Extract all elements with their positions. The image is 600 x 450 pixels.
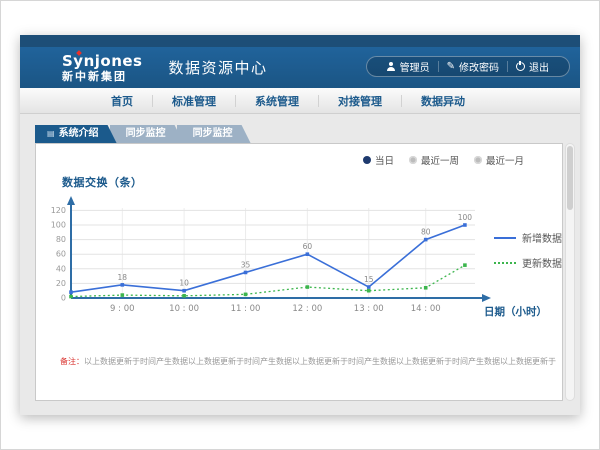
svg-text:10 : 00: 10 : 00 xyxy=(169,304,199,314)
nav-item-0[interactable]: 首页 xyxy=(92,93,152,109)
tab-label: 同步监控 xyxy=(193,125,233,143)
radio-0[interactable]: 当日 xyxy=(363,153,394,167)
legend-label: 更新数据 xyxy=(522,255,562,270)
svg-text:14 : 00: 14 : 00 xyxy=(411,304,441,314)
edit-icon: ✎ xyxy=(447,62,455,72)
radio-label: 最近一月 xyxy=(486,153,524,167)
user-pill: 管理员 ✎ 修改密码 退出 xyxy=(366,56,570,77)
svg-text:13 : 00: 13 : 00 xyxy=(354,304,384,314)
radio-label: 当日 xyxy=(375,153,394,167)
svg-text:10: 10 xyxy=(179,279,189,288)
svg-text:120: 120 xyxy=(51,206,66,215)
radio-dot-icon xyxy=(474,156,482,164)
logo-subtext: 新中新集团 xyxy=(62,71,143,82)
x-axis-title: 日期（小时） xyxy=(484,304,547,319)
svg-text:0: 0 xyxy=(61,294,66,303)
scrollbar-thumb[interactable] xyxy=(567,146,573,210)
legend-label: 新增数据 xyxy=(522,230,562,245)
chart-svg: 0 20 40 60 80 100 120 9 : 00 10 : 00 11 : 00 12 : … xyxy=(45,194,495,326)
svg-text:80: 80 xyxy=(421,228,431,237)
svg-text:20: 20 xyxy=(56,279,66,288)
svg-text:12 : 00: 12 : 00 xyxy=(292,304,322,314)
svg-text:60: 60 xyxy=(56,250,66,259)
content-area: ▤ 系统介绍 同步监控 同步监控 当日 最近一周 最近一月 数据交换（条） 0 20 40 60… xyxy=(20,114,580,415)
tab-0[interactable]: ▤ 系统介绍 xyxy=(35,125,117,143)
y-axis-title: 数据交换（条） xyxy=(62,174,143,190)
top-strip xyxy=(20,35,580,47)
svg-text:60: 60 xyxy=(303,242,313,251)
logout-label: 退出 xyxy=(529,59,549,74)
tab-2[interactable]: 同步监控 xyxy=(177,125,251,143)
footnote-prefix: 备注： xyxy=(60,357,84,366)
navbar: 首页标准管理系统管理对接管理数据异动 xyxy=(20,88,580,114)
tab-bar: ▤ 系统介绍 同步监控 同步监控 xyxy=(35,125,251,143)
footnote: 备注：以上数据更新于时间产生数据以上数据更新于时间产生数据以上数据更新于时间产生… xyxy=(60,356,556,367)
nav-item-4[interactable]: 数据异动 xyxy=(402,93,484,109)
svg-text:40: 40 xyxy=(56,264,66,273)
radio-1[interactable]: 最近一周 xyxy=(409,153,459,167)
nav-item-3[interactable]: 对接管理 xyxy=(319,93,401,109)
tab-label: 系统介绍 xyxy=(59,125,99,143)
radio-dot-icon xyxy=(363,156,371,164)
svg-text:100: 100 xyxy=(458,213,473,222)
radio-dot-icon xyxy=(409,156,417,164)
change-password-label: 修改密码 xyxy=(459,59,499,74)
logout-button[interactable]: 退出 xyxy=(508,59,557,74)
svg-text:80: 80 xyxy=(56,235,66,244)
footnote-text: 以上数据更新于时间产生数据以上数据更新于时间产生数据以上数据更新于时间产生数据以… xyxy=(84,357,556,366)
legend-swatch-icon xyxy=(494,237,516,239)
app-title: 数据资源中心 xyxy=(169,57,268,78)
change-password-button[interactable]: ✎ 修改密码 xyxy=(439,59,507,74)
tab-label: 同步监控 xyxy=(126,125,166,143)
svg-text:18: 18 xyxy=(118,273,128,282)
brand-logo: Synjones 新中新集团 xyxy=(62,54,143,82)
chart-legend: 新增数据更新数据 xyxy=(494,230,562,270)
svg-text:35: 35 xyxy=(241,260,251,269)
power-icon xyxy=(516,62,525,71)
range-filters: 当日 最近一周 最近一月 xyxy=(363,153,524,167)
svg-text:9 : 00: 9 : 00 xyxy=(110,304,135,314)
legend-swatch-icon xyxy=(494,262,516,264)
legend-item-0: 新增数据 xyxy=(494,230,562,245)
document-icon: ▤ xyxy=(47,130,55,138)
user-menu[interactable]: 管理员 xyxy=(379,59,438,74)
svg-text:100: 100 xyxy=(51,221,66,230)
nav-item-1[interactable]: 标准管理 xyxy=(153,93,235,109)
legend-item-1: 更新数据 xyxy=(494,255,562,270)
scrollbar-track[interactable] xyxy=(565,143,575,401)
user-name: 管理员 xyxy=(400,59,430,74)
tab-1[interactable]: 同步监控 xyxy=(110,125,184,143)
nav-item-2[interactable]: 系统管理 xyxy=(236,93,318,109)
main-panel: 当日 最近一周 最近一月 数据交换（条） 0 20 40 60 80 100 120 9 : 00… xyxy=(35,143,563,401)
radio-2[interactable]: 最近一月 xyxy=(474,153,524,167)
svg-text:15: 15 xyxy=(364,275,374,284)
radio-label: 最近一周 xyxy=(421,153,459,167)
user-icon xyxy=(387,62,396,71)
logo-text: Synjones xyxy=(62,54,143,69)
app-window: Synjones 新中新集团 数据资源中心 管理员 ✎ 修改密码 退出 首页标准… xyxy=(20,35,580,415)
svg-text:11 : 00: 11 : 00 xyxy=(231,304,261,314)
header: Synjones 新中新集团 数据资源中心 管理员 ✎ 修改密码 退出 xyxy=(20,47,580,88)
